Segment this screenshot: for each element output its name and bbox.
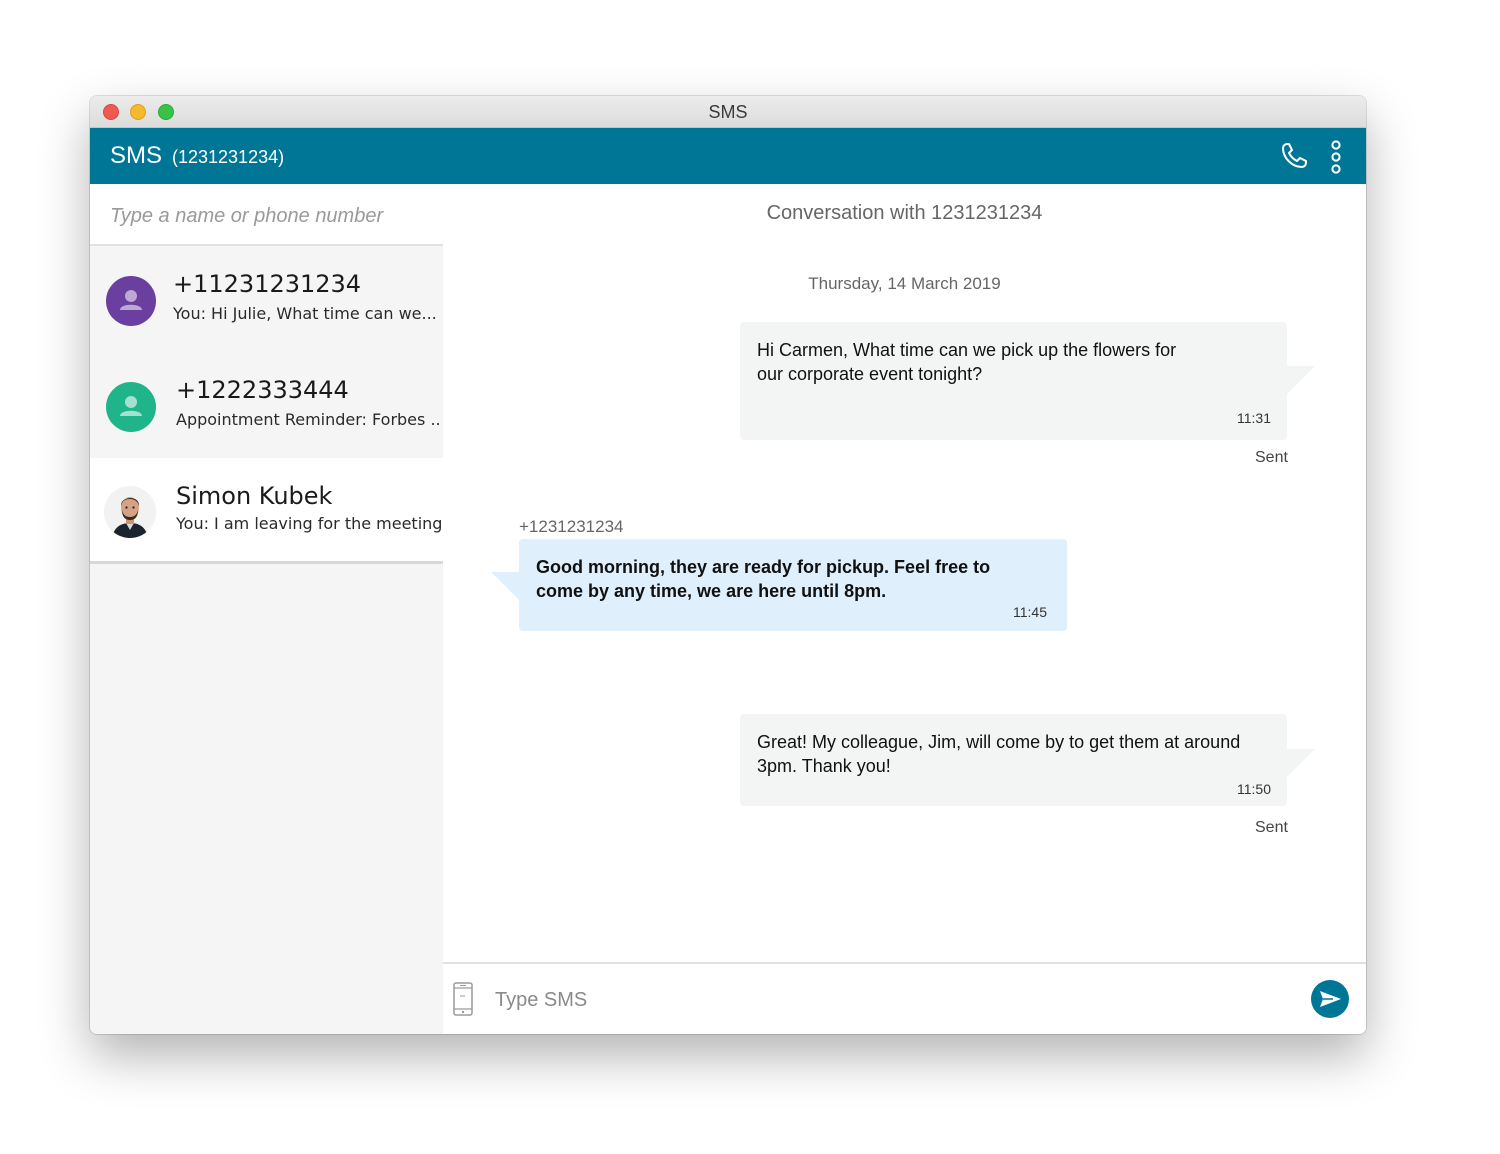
bubble-tail (1287, 749, 1315, 777)
contact-preview: You: I am leaving for the meeting... (176, 514, 441, 533)
date-separator: Thursday, 14 March 2019 (808, 274, 1001, 293)
contacts-sidebar: +11231231234 You: Hi Julie, What time ca… (90, 184, 443, 1034)
message-text-line: Great! My colleague, Jim, will come by t… (757, 732, 1241, 752)
bubble-tail (491, 572, 519, 600)
message-text-line: Hi Carmen, What time can we pick up the … (757, 340, 1177, 360)
profile-photo (104, 486, 156, 538)
person-icon (120, 290, 142, 310)
message-text-line: Good morning, they are ready for pickup.… (536, 557, 991, 577)
phone-icon (1282, 143, 1307, 168)
message-text: Hi Carmen, What time can we pick up the … (757, 338, 1176, 386)
incoming-message: Good morning, they are ready for pickup.… (519, 539, 1067, 631)
contact-preview: Appointment Reminder: Forbes ... (176, 410, 441, 429)
message-status: Sent (1255, 819, 1288, 836)
contact-list-item[interactable]: +11231231234 You: Hi Julie, What time ca… (90, 246, 443, 352)
avatar (106, 276, 156, 326)
outgoing-message: Hi Carmen, What time can we pick up the … (740, 322, 1287, 440)
message-text-line: come by any time, we are here until 8pm. (536, 581, 887, 601)
person-icon (120, 396, 142, 416)
message-text-line: 3pm. Thank you! (757, 756, 891, 776)
more-vertical-icon (1331, 140, 1341, 174)
message-time: 11:45 (1013, 604, 1047, 620)
send-button[interactable] (1311, 980, 1349, 1018)
message-text-line: our corporate event tonight? (757, 364, 983, 384)
call-button[interactable] (1278, 140, 1310, 172)
bubble-tail (1287, 366, 1315, 394)
app-phone-number: (1231231234) (172, 147, 285, 167)
contact-list-item[interactable]: +1222333444 Appointment Reminder: Forbes… (90, 352, 443, 458)
message-text: Great! My colleague, Jim, will come by t… (757, 730, 1240, 778)
conversation-title: Conversation with 1231231234 (766, 202, 1043, 224)
conversation-panel: Conversation with 1231231234 Thursday, 1… (443, 184, 1366, 1034)
app-window: SMS SMS (1231231234) Type a name or phon… (90, 96, 1366, 1034)
contact-name: Simon Kubek (176, 482, 333, 510)
message-text: Good morning, they are ready for pickup.… (536, 555, 990, 603)
message-time: 11:31 (1237, 410, 1271, 426)
message-composer (443, 962, 1366, 1034)
mobile-device-icon (453, 982, 473, 1016)
contact-search-input[interactable] (108, 200, 432, 232)
contact-name: +11231231234 (173, 270, 362, 298)
app-title: SMS (110, 142, 163, 169)
avatar (106, 382, 156, 432)
sms-input[interactable] (493, 984, 1277, 1016)
search-box (90, 184, 443, 246)
contact-list-item[interactable]: Simon Kubek You: I am leaving for the me… (90, 458, 443, 564)
app-header: SMS (1231231234) (90, 128, 1366, 184)
message-sender: +1231231234 (519, 517, 624, 536)
window-title: SMS (708, 102, 748, 122)
outgoing-message: Great! My colleague, Jim, will come by t… (740, 714, 1287, 806)
send-icon (1311, 980, 1349, 1018)
person-photo-icon (104, 486, 156, 538)
message-time: 11:50 (1237, 781, 1271, 797)
contact-preview: You: Hi Julie, What time can we... (173, 304, 437, 323)
more-options-button[interactable] (1328, 140, 1344, 174)
title-bar: SMS (90, 96, 1366, 128)
contact-name: +1222333444 (176, 376, 349, 404)
message-status: Sent (1255, 449, 1288, 466)
